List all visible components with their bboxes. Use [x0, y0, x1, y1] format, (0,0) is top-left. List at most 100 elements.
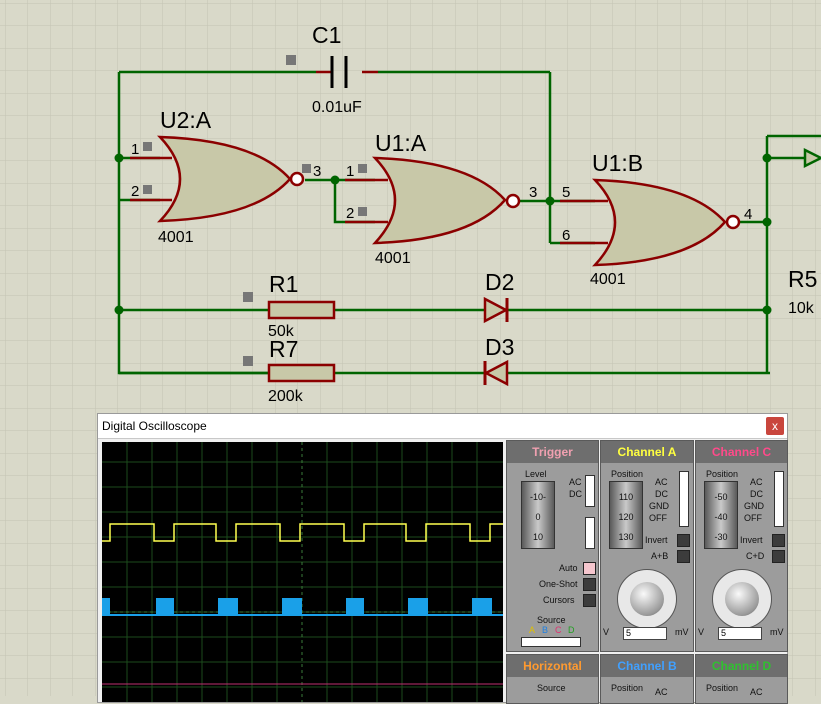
- channel-b-panel: Channel B Position AC: [600, 654, 694, 704]
- u1b-pin4: 4: [744, 206, 752, 223]
- oscilloscope-window[interactable]: Digital Oscilloscope x Trigger Level -10…: [97, 413, 788, 704]
- u1a-pin2: 2: [346, 205, 354, 222]
- trigger-tick-2: 0: [535, 512, 541, 522]
- channel-a-unit-mv: mV: [675, 627, 689, 637]
- horizontal-title: Horizontal: [507, 655, 598, 677]
- resistor-r5[interactable]: R5 10k: [788, 266, 817, 317]
- channel-c-sum-button[interactable]: [772, 550, 785, 563]
- channel-c-off: OFF: [744, 513, 762, 523]
- cursors-label: Cursors: [543, 595, 575, 605]
- trigger-source-slider[interactable]: [521, 637, 581, 647]
- channel-c-position-label: Position: [706, 469, 739, 479]
- channel-a-volts-knob[interactable]: [617, 569, 677, 629]
- channel-a-value[interactable]: 5: [623, 627, 667, 640]
- channel-a-ac: AC: [655, 477, 668, 487]
- source-b: B: [542, 625, 549, 635]
- channel-a-unit-v: V: [603, 627, 610, 637]
- u2a-part: 4001: [158, 229, 194, 246]
- r5-value: 10k: [788, 300, 815, 317]
- channel-d-title: Channel D: [696, 655, 787, 677]
- cursors-button[interactable]: [583, 594, 596, 607]
- u1a-pin1: 1: [346, 163, 354, 180]
- channel-b-position-label: Position: [611, 683, 644, 693]
- channel-a-invert-button[interactable]: [677, 534, 690, 547]
- channel-c-ac: AC: [750, 477, 763, 487]
- scope-controls: Trigger Level -10- 0 10 AC DC Auto One-S…: [506, 440, 788, 704]
- oscilloscope-title: Digital Oscilloscope: [102, 419, 207, 433]
- source-d: D: [568, 625, 575, 635]
- channel-a-sum-label: A+B: [651, 551, 669, 561]
- d3-ref: D3: [485, 334, 514, 360]
- source-c: C: [555, 625, 562, 635]
- one-shot-button[interactable]: [583, 578, 596, 591]
- trigger-level-label: Level: [525, 469, 547, 479]
- channel-a-gnd: GND: [649, 501, 669, 511]
- u2a-pin2: 2: [131, 183, 139, 200]
- channel-c-dc: DC: [750, 489, 763, 499]
- r7-value: 200k: [268, 388, 304, 405]
- channel-a-tick-1: 110: [618, 492, 634, 502]
- trigger-tick-3: 10: [532, 532, 543, 542]
- channel-a-position-dial[interactable]: 110 120 130: [609, 481, 643, 549]
- channel-c-unit-mv: mV: [770, 627, 784, 637]
- u1a-pin3: 3: [529, 184, 537, 201]
- channel-a-position-label: Position: [611, 469, 644, 479]
- u1b-part: 4001: [590, 271, 626, 288]
- u1b-ref: U1:B: [592, 150, 643, 176]
- channel-c-volts-knob[interactable]: [712, 569, 772, 629]
- channel-c-unit-v: V: [698, 627, 705, 637]
- u1a-part: 4001: [375, 250, 411, 267]
- channel-c-panel: Channel C Position -50 -40 -30 AC DC GND…: [695, 440, 788, 652]
- trigger-coupling-switch[interactable]: [585, 475, 595, 507]
- c1-value: 0.01uF: [312, 99, 362, 116]
- trigger-level-dial[interactable]: -10- 0 10: [521, 481, 555, 549]
- trigger-source-label: Source: [537, 615, 566, 625]
- horizontal-source-label: Source: [537, 683, 566, 693]
- source-a: A: [529, 625, 536, 635]
- auto-label: Auto: [559, 563, 578, 573]
- channel-c-value[interactable]: 5: [718, 627, 762, 640]
- channel-a-panel: Channel A Position 110 120 130 AC DC GND…: [600, 440, 694, 652]
- trigger-ac: AC: [569, 477, 582, 487]
- u2a-pin1: 1: [131, 141, 139, 158]
- trigger-tick-1: -10-: [529, 492, 546, 502]
- channel-c-invert-button[interactable]: [772, 534, 785, 547]
- channel-c-coupling-switch[interactable]: [774, 471, 784, 527]
- channel-c-position-dial[interactable]: -50 -40 -30: [704, 481, 738, 549]
- u1b-pin6: 6: [562, 227, 570, 244]
- channel-a-dc: DC: [655, 489, 668, 499]
- trigger-edge-switch[interactable]: [585, 517, 595, 549]
- trigger-dc: DC: [569, 489, 582, 499]
- channel-d-panel: Channel D Position AC: [695, 654, 788, 704]
- scope-waveforms: [102, 442, 503, 702]
- u1a-ref: U1:A: [375, 130, 427, 156]
- channel-a-sum-button[interactable]: [677, 550, 690, 563]
- channel-a-off: OFF: [649, 513, 667, 523]
- trigger-panel: Trigger Level -10- 0 10 AC DC Auto One-S…: [506, 440, 599, 652]
- auto-button[interactable]: [583, 562, 596, 575]
- channel-d-position-label: Position: [706, 683, 739, 693]
- r5-ref: R5: [788, 266, 817, 292]
- trigger-title: Trigger: [507, 441, 598, 463]
- channel-a-tick-2: 120: [618, 512, 634, 522]
- r7-ref: R7: [269, 336, 298, 362]
- u2a-ref: U2:A: [160, 107, 212, 133]
- channel-c-tick-2: -40: [714, 512, 728, 522]
- channel-c-title: Channel C: [696, 441, 787, 463]
- r1-ref: R1: [269, 271, 298, 297]
- channel-b-title: Channel B: [601, 655, 693, 677]
- horizontal-panel: Horizontal Source: [506, 654, 599, 704]
- u1b-pin5: 5: [562, 184, 570, 201]
- c1-ref: C1: [312, 22, 341, 48]
- channel-c-sum-label: C+D: [746, 551, 765, 561]
- channel-a-invert-label: Invert: [645, 535, 668, 545]
- close-button[interactable]: x: [766, 417, 784, 435]
- oscilloscope-titlebar[interactable]: Digital Oscilloscope x: [98, 414, 787, 439]
- channel-c-tick-1: -50: [714, 492, 728, 502]
- channel-c-tick-3: -30: [714, 532, 728, 542]
- channel-a-tick-3: 130: [618, 532, 634, 542]
- channel-a-title: Channel A: [601, 441, 693, 463]
- channel-a-coupling-switch[interactable]: [679, 471, 689, 527]
- u2a-pin3: 3: [313, 163, 321, 180]
- one-shot-label: One-Shot: [539, 579, 578, 589]
